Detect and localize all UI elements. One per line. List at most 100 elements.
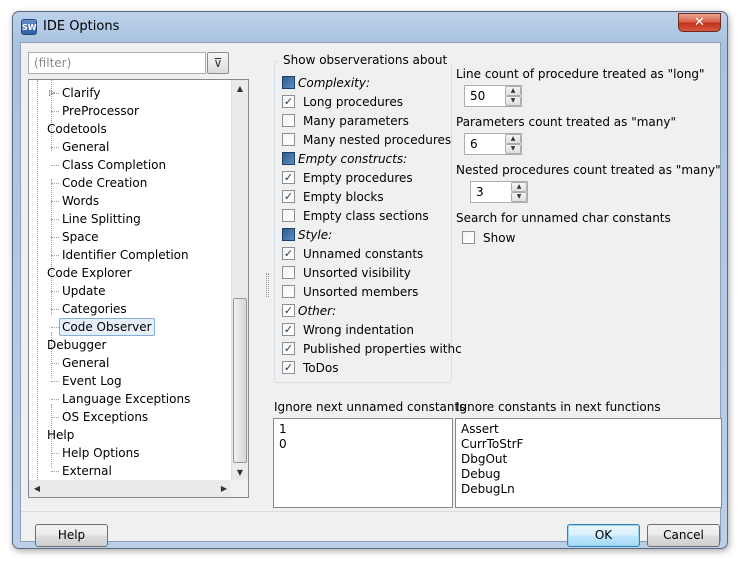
observation-checkbox[interactable]: ✓ Published properties withc	[282, 342, 462, 360]
tree-vertical-scrollbar[interactable]: ▲ ▼	[231, 80, 248, 481]
tree-item[interactable]: Identifier Completion	[62, 246, 189, 264]
tree-item[interactable]: Help	[47, 426, 74, 444]
tree-guide-line	[51, 165, 59, 166]
tree-item[interactable]: Code Explorer	[47, 264, 132, 282]
list-item[interactable]: CurrToStrF	[461, 437, 523, 452]
many-parameters-value: 6	[470, 137, 478, 151]
scroll-up-icon[interactable]: ▲	[232, 80, 248, 97]
clear-filter-button[interactable]: ⊽	[207, 52, 229, 74]
observation-checkbox[interactable]: Many parameters	[282, 114, 409, 132]
category-checkbox[interactable]: Style:	[282, 228, 332, 246]
tree-horizontal-scrollbar[interactable]: ◀ ▶	[29, 480, 232, 497]
observation-checkbox[interactable]: ✓ Empty procedures	[282, 171, 413, 189]
observation-checkbox[interactable]: Unsorted members	[282, 285, 418, 303]
list-item[interactable]: DebugLn	[461, 482, 515, 497]
tree-item[interactable]: Code Creation	[62, 174, 147, 192]
spin-up-icon[interactable]: ▲	[511, 182, 527, 192]
search-char-constants-label: Search for unnamed char constants	[456, 211, 671, 225]
tree-item[interactable]: Event Log	[62, 372, 122, 390]
ide-options-window: SW IDE Options ✕ (filter) ⊽ ▷ Clarify PreP…	[12, 11, 728, 549]
observation-checkbox[interactable]: ✓ Empty blocks	[282, 190, 384, 208]
scroll-down-icon[interactable]: ▼	[232, 464, 248, 481]
checkbox-label: Unsorted visibility	[303, 266, 411, 280]
scroll-left-icon[interactable]: ◀	[29, 480, 45, 497]
observation-checkbox[interactable]: ✓ Unnamed constants	[282, 247, 423, 265]
title-bar[interactable]: SW IDE Options ✕	[13, 12, 727, 42]
tree-guide-line	[51, 237, 59, 238]
filter-input[interactable]: (filter)	[28, 52, 206, 74]
tree-item[interactable]: Words	[62, 192, 99, 210]
tree-item[interactable]: Language Exceptions	[62, 390, 190, 408]
nested-procedures-spin[interactable]: 3 ▲ ▼	[470, 181, 528, 203]
checkbox-icon	[282, 266, 295, 279]
list-item[interactable]: 1	[279, 422, 287, 437]
list-item[interactable]: Debug	[461, 467, 500, 482]
checkbox-label: Wrong indentation	[303, 323, 414, 337]
tree-guide-line	[51, 417, 59, 418]
checkbox-icon	[282, 114, 295, 127]
tree-item[interactable]: Help Options	[62, 444, 139, 462]
checkbox-icon: ✓	[282, 95, 295, 108]
tree-guide-line	[51, 291, 59, 292]
checkbox-icon: ✓	[282, 361, 295, 374]
observation-checkbox[interactable]: ✓ ToDos	[282, 361, 338, 379]
tree-guide-line	[51, 111, 59, 112]
category-checkbox[interactable]: Complexity:	[282, 76, 370, 94]
spin-up-icon[interactable]: ▲	[505, 134, 521, 144]
show-char-constants-checkbox[interactable]: Show	[462, 231, 515, 249]
expand-icon[interactable]: ▷	[49, 88, 55, 97]
checkbox-label: Style:	[298, 228, 333, 242]
tree-item[interactable]: PreProcessor	[62, 102, 139, 120]
tree-item[interactable]: General	[62, 138, 109, 156]
spin-down-icon[interactable]: ▼	[505, 96, 521, 106]
tree-item[interactable]: OS Exceptions	[62, 408, 148, 426]
checkbox-label: Empty constructs:	[298, 152, 408, 166]
tree-item[interactable]: External	[62, 462, 112, 480]
help-button[interactable]: Help	[35, 524, 108, 547]
list-item[interactable]: Assert	[461, 422, 499, 437]
list-item[interactable]: DbgOut	[461, 452, 507, 467]
category-checkbox[interactable]: Empty constructs:	[282, 152, 407, 170]
options-tree[interactable]: ▷ Clarify PreProcessor Codetools General Clas…	[28, 79, 249, 498]
ok-button[interactable]: OK	[567, 524, 640, 547]
observation-checkbox[interactable]: ✓ Wrong indentation	[282, 323, 414, 341]
observation-checkbox[interactable]: ✓ Long procedures	[282, 95, 403, 113]
category-checkbox[interactable]: ✓ Other:	[282, 304, 336, 322]
cancel-button[interactable]: Cancel	[647, 524, 720, 547]
button-separator	[21, 511, 720, 512]
observation-checkbox[interactable]: Unsorted visibility	[282, 266, 411, 284]
tree-item[interactable]: Update	[62, 282, 105, 300]
many-parameters-spin[interactable]: 6 ▲ ▼	[464, 133, 522, 155]
long-procedure-spin[interactable]: 50 ▲ ▼	[464, 85, 522, 107]
tree-item[interactable]: Class Completion	[62, 156, 166, 174]
spin-down-icon[interactable]: ▼	[511, 192, 527, 202]
nested-procedures-value: 3	[476, 185, 484, 199]
scroll-right-icon[interactable]: ▶	[216, 480, 232, 497]
tree-item[interactable]: General	[62, 354, 109, 372]
tree-guide-line	[37, 80, 38, 480]
checkbox-label: Other:	[298, 304, 337, 318]
tree-item[interactable]: Space	[62, 228, 99, 246]
tree-item[interactable]: Codetools	[47, 120, 107, 138]
list-item[interactable]: 0	[279, 437, 287, 452]
tree-guide-line	[51, 201, 59, 202]
checkbox-label: Published properties withc	[303, 342, 462, 356]
observations-group-title: Show observerations about	[279, 53, 452, 67]
tree-item[interactable]: Clarify	[62, 84, 100, 102]
ignore-functions-list[interactable]: Assert CurrToStrF DbgOut Debug DebugLn	[455, 418, 722, 508]
spin-down-icon[interactable]: ▼	[505, 144, 521, 154]
close-button[interactable]: ✕	[678, 13, 721, 32]
observation-checkbox[interactable]: Empty class sections	[282, 209, 429, 227]
tree-item[interactable]: Line Splitting	[62, 210, 141, 228]
tree-guide-line	[51, 453, 59, 454]
ignore-constants-list[interactable]: 10	[273, 418, 453, 508]
splitter-handle[interactable]	[266, 273, 269, 297]
scroll-thumb[interactable]	[233, 298, 247, 463]
tree-item[interactable]: Code Observer	[59, 318, 155, 336]
tree-item[interactable]: Debugger	[47, 336, 106, 354]
dialog-client-area: (filter) ⊽ ▷ Clarify PreProcessor Codetools…	[20, 42, 722, 547]
observation-checkbox[interactable]: Many nested procedures	[282, 133, 451, 151]
spin-up-icon[interactable]: ▲	[505, 86, 521, 96]
tree-item[interactable]: Categories	[62, 300, 127, 318]
checkbox-icon: ✓	[282, 304, 295, 317]
